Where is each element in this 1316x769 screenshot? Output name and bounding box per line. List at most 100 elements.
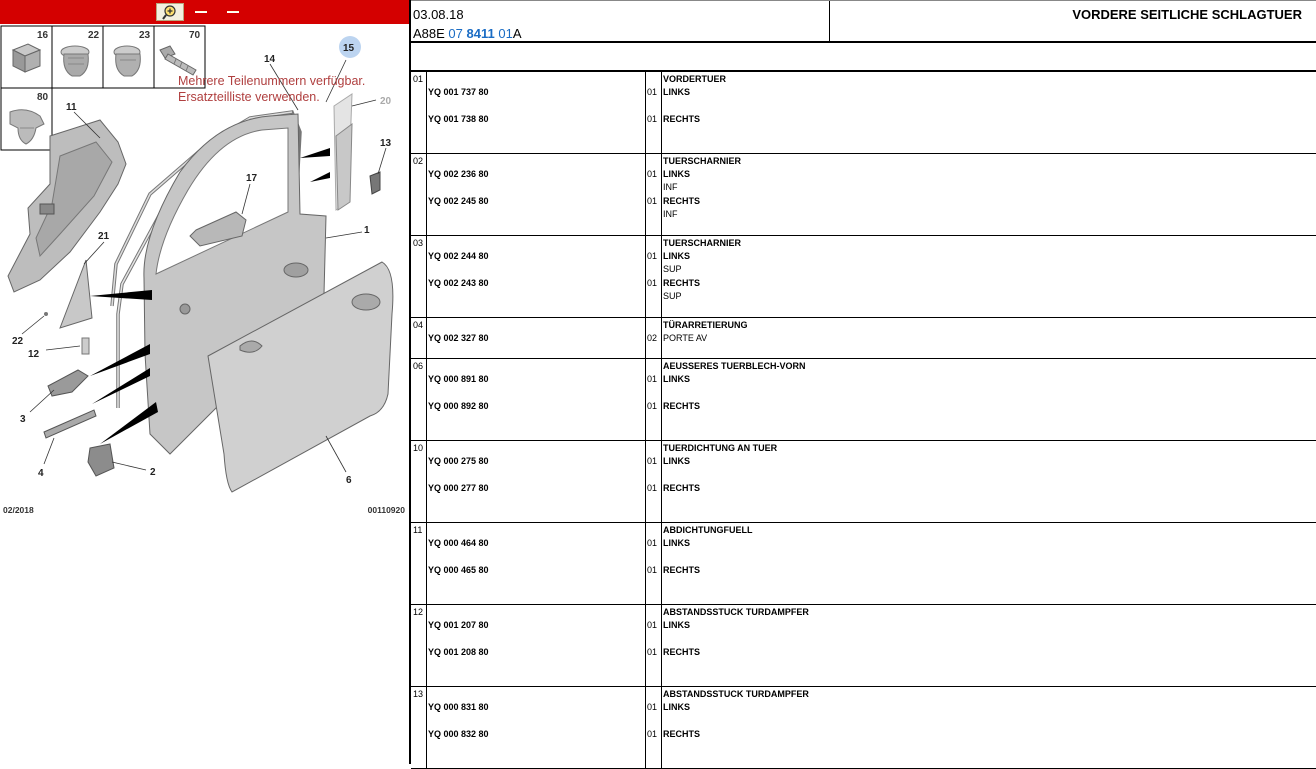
column-divider (661, 523, 662, 604)
part-number: YQ 000 465 80 (428, 565, 489, 575)
hinge-upper-part (47, 369, 89, 397)
multiple-parts-notice: Mehrere Teilenummern verfügbar. Ersatzte… (178, 73, 388, 105)
triangle-trim-part (59, 259, 93, 329)
callout-label: 13 (380, 138, 392, 149)
part-quantity: 01 (647, 196, 658, 206)
part-number: YQ 001 208 80 (428, 647, 489, 657)
column-divider (661, 687, 662, 768)
page-title: VORDERE SEITLICHE SCHLAGTUER (1072, 7, 1302, 22)
thumbnail-label: 16 (37, 30, 49, 41)
part-quantity: 01 (647, 374, 658, 384)
part-title: ABSTANDSSTUCK TURDAMPFER (663, 607, 809, 617)
part-number: YQ 002 243 80 (428, 278, 489, 288)
code-prefix: A88E (413, 26, 449, 41)
column-divider (426, 605, 427, 686)
diagram-reference: 00110920 (367, 505, 405, 515)
zoom-button[interactable] (156, 3, 184, 21)
column-divider (426, 154, 427, 235)
door-check-part (43, 409, 97, 439)
parts-row[interactable]: 13 ABSTANDSSTUCK TURDAMPFER YQ 000 831 80 0… (411, 687, 1316, 769)
part-number: YQ 001 738 80 (428, 114, 489, 124)
callout-label: 4 (38, 468, 44, 479)
parts-row[interactable]: 06 AEUSSERES TUERBLECH-VORN YQ 000 891 80 0… (411, 359, 1316, 441)
callout-label: 11 (66, 102, 77, 113)
column-divider (645, 236, 646, 317)
diagram-date: 02/2018 (3, 505, 34, 515)
column-divider (426, 441, 427, 522)
column-divider (645, 523, 646, 604)
part-note: INF (663, 182, 678, 192)
parts-row[interactable]: 04 TÜRARRETIERUNG YQ 002 327 80 02 PORTE AV (411, 318, 1316, 359)
column-divider (661, 605, 662, 686)
part-note: SUP (663, 291, 682, 301)
parts-row[interactable]: 03 TUERSCHARNIER YQ 002 244 80 01 LINKS SUP YQ… (411, 236, 1316, 318)
part-title: ABSTANDSSTUCK TURDAMPFER (663, 689, 809, 699)
parts-row[interactable]: 12 ABSTANDSSTUCK TURDAMPFER YQ 001 207 80 0… (411, 605, 1316, 687)
code-link-c[interactable]: 01 (498, 26, 512, 41)
part-quantity: 01 (647, 538, 658, 548)
thumbnail-label: 80 (37, 92, 49, 103)
column-divider (426, 523, 427, 604)
part-side: LINKS (663, 620, 690, 630)
part-side: LINKS (663, 169, 690, 179)
callout-label: 15 (343, 43, 355, 54)
parts-header: 03.08.18 A88E 07 8411 01A VORDERE SEITLI… (411, 0, 1316, 43)
callout-label: 17 (246, 173, 258, 184)
part-number: YQ 002 244 80 (428, 251, 489, 261)
part-side: RECHTS (663, 565, 701, 575)
part-quantity: 01 (647, 251, 658, 261)
row-number: 02 (413, 156, 424, 166)
dash-icon (195, 11, 207, 13)
parts-row[interactable]: 10 TUERDICHTUNG AN TUER YQ 000 275 80 01 LIN… (411, 441, 1316, 523)
parts-list-panel: 03.08.18 A88E 07 8411 01A VORDERE SEITLI… (411, 0, 1316, 769)
zoom-icon (162, 5, 176, 20)
column-divider (426, 687, 427, 768)
part-side: LINKS (663, 87, 690, 97)
column-divider (661, 318, 662, 358)
header-divider (829, 1, 830, 42)
column-divider (645, 441, 646, 522)
callout-label: 2 (150, 467, 156, 478)
code-link-b[interactable]: 8411 (467, 26, 495, 41)
parts-row[interactable]: 01 VORDERTUER YQ 001 737 80 01 LINKS YQ 001 7… (411, 72, 1316, 154)
row-number: 06 (413, 361, 424, 371)
part-quantity: 01 (647, 456, 658, 466)
header-date: 03.08.18 (413, 7, 464, 22)
part-note: SUP (663, 264, 682, 274)
column-divider (661, 441, 662, 522)
diagram-panel: 16 22 23 70 80 14 15 20 11 13 17 21 1 22… (0, 0, 409, 764)
header-code: A88E 07 8411 01A (413, 26, 521, 41)
part-title: ABDICHTUNGFUELL (663, 525, 753, 535)
part-side: RECHTS (663, 729, 701, 739)
parts-row[interactable]: 02 TUERSCHARNIER YQ 002 236 80 01 LINKS INF YQ… (411, 154, 1316, 236)
part-side: RECHTS (663, 401, 701, 411)
part-quantity: 01 (647, 647, 658, 657)
toolbar-button-3[interactable] (222, 3, 244, 21)
column-divider (426, 236, 427, 317)
row-number: 11 (413, 525, 423, 535)
part-title: VORDERTUER (663, 74, 727, 84)
dash-icon (227, 11, 239, 13)
part-number: YQ 000 464 80 (428, 538, 489, 548)
part-side: RECHTS (663, 647, 701, 657)
part-quantity: 01 (647, 169, 658, 179)
row-number: 12 (413, 607, 424, 617)
part-side: LINKS (663, 538, 690, 548)
parts-row[interactable]: 11 ABDICHTUNGFUELL YQ 000 464 80 01 LINKS YQ … (411, 523, 1316, 605)
part-number: YQ 000 277 80 (428, 483, 489, 493)
column-divider (645, 359, 646, 440)
part-quantity: 01 (647, 87, 658, 97)
column-divider (645, 154, 646, 235)
part-number: YQ 000 891 80 (428, 374, 489, 384)
part-side: LINKS (663, 456, 690, 466)
part-number: YQ 001 207 80 (428, 620, 489, 630)
code-link-a[interactable]: 07 (448, 26, 462, 41)
part-quantity: 01 (647, 278, 658, 288)
spacer-part (81, 337, 90, 355)
part-number: YQ 001 737 80 (428, 87, 489, 97)
column-divider (661, 236, 662, 317)
part-side: LINKS (663, 702, 690, 712)
damper-spacer-part (369, 171, 381, 195)
toolbar-button-2[interactable] (190, 3, 212, 21)
part-title: TUERSCHARNIER (663, 156, 742, 166)
